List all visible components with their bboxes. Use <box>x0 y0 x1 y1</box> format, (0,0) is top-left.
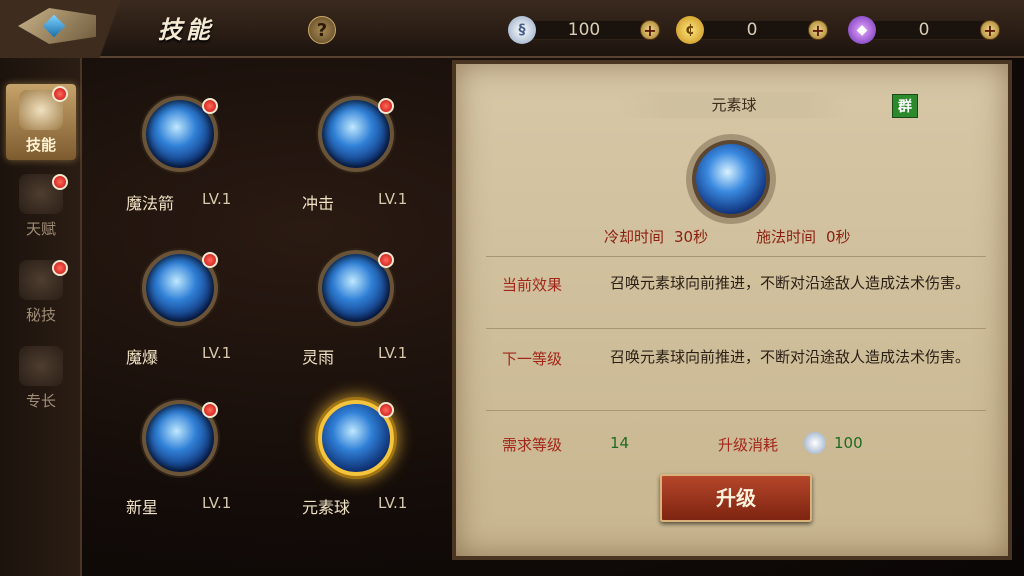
skill-name: 灵雨 <box>302 348 335 367</box>
silver-coin-icon <box>804 432 826 454</box>
skill-name: 元素球 <box>302 498 351 517</box>
nav-label: 技能 <box>25 136 56 154</box>
next-level-label: 下一等级 <box>502 350 563 368</box>
notification-dot <box>52 174 68 190</box>
currency-value: 100 <box>567 20 601 40</box>
currency-gem: ◆ 0 + <box>848 16 1000 44</box>
divider <box>486 410 986 411</box>
nav-label: 秘技 <box>25 306 56 324</box>
currency-value: 0 <box>918 20 930 40</box>
skill-name: 冲击 <box>302 194 335 213</box>
skill-impact[interactable]: 冲击 LV.1 <box>272 96 422 236</box>
skill-level: LV.1 <box>202 190 232 208</box>
page-title: 技能 <box>158 16 214 44</box>
add-silver-button[interactable]: + <box>640 20 660 40</box>
nav-label: 专长 <box>25 392 56 410</box>
required-level-value: 14 <box>610 434 630 452</box>
tab-secret-skill[interactable]: 秘技 <box>6 254 76 330</box>
tab-talent[interactable]: 天赋 <box>6 168 76 244</box>
cooldown-label: 冷却时间 <box>604 228 665 246</box>
skill-name: 魔爆 <box>126 348 159 367</box>
required-level-label: 需求等级 <box>502 436 563 454</box>
notification-dot <box>52 86 68 102</box>
notification-dot <box>378 252 394 268</box>
purple-gem-icon: ◆ <box>848 16 876 44</box>
current-effect-label: 当前效果 <box>502 276 563 294</box>
skill-level: LV.1 <box>378 494 408 512</box>
silver-coin-icon: § <box>508 16 536 44</box>
top-bar: 技能 ? § 100 + ¢ 0 + ◆ 0 + <box>0 0 1024 58</box>
nav-label: 天赋 <box>25 220 56 238</box>
skill-level: LV.1 <box>378 344 408 362</box>
cast-time-info: 施法时间 0秒 <box>756 226 851 247</box>
divider <box>486 328 986 329</box>
upgrade-cost-label: 升级消耗 <box>718 436 779 454</box>
divider <box>486 256 986 257</box>
skill-level: LV.1 <box>202 494 232 512</box>
group-target-badge: 群 <box>892 94 918 118</box>
cast-time-value: 0秒 <box>826 228 851 246</box>
cooldown-value: 30秒 <box>674 228 709 246</box>
skill-detail-panel: 元素球 群 冷却时间 30秒 施法时间 0秒 当前效果 召唤元素球向前推进，不断对沿… <box>452 60 1012 560</box>
cooldown-info: 冷却时间 30秒 <box>604 226 708 247</box>
notification-dot <box>378 402 394 418</box>
skill-spirit-rain[interactable]: 灵雨 LV.1 <box>272 250 422 390</box>
next-level-text: 召唤元素球向前推进，不断对沿途敌人造成法术伤害。 <box>610 348 971 366</box>
notification-dot <box>378 98 394 114</box>
detail-skill-name: 元素球 <box>618 92 850 118</box>
currency-value: 0 <box>746 20 758 40</box>
skills-grid: 魔法箭 LV.1 冲击 LV.1 魔爆 LV.1 灵雨 LV.1 新星 LV.1… <box>96 58 442 558</box>
cast-time-label: 施法时间 <box>756 228 817 246</box>
skill-level: LV.1 <box>202 344 232 362</box>
current-effect-text: 召唤元素球向前推进，不断对沿途敌人造成法术伤害。 <box>610 274 971 292</box>
upgrade-cost-value: 100 <box>834 434 863 452</box>
gold-coin-icon: ¢ <box>676 16 704 44</box>
skill-magic-arrow[interactable]: 魔法箭 LV.1 <box>96 96 246 236</box>
notification-dot <box>202 402 218 418</box>
notification-dot <box>202 252 218 268</box>
side-nav: 技能 天赋 秘技 专长 <box>0 58 82 576</box>
notification-dot <box>52 260 68 276</box>
currency-silver: § 100 + <box>508 16 660 44</box>
help-button[interactable]: ? <box>308 16 336 44</box>
add-gem-button[interactable]: + <box>980 20 1000 40</box>
skill-magic-burst[interactable]: 魔爆 LV.1 <box>96 250 246 390</box>
currency-gold: ¢ 0 + <box>676 16 828 44</box>
element-orb-skill-icon <box>692 140 770 218</box>
notification-dot <box>202 98 218 114</box>
skill-level: LV.1 <box>378 190 408 208</box>
upgrade-button[interactable]: 升级 <box>660 474 812 522</box>
specialty-icon <box>19 346 63 386</box>
tab-specialty[interactable]: 专长 <box>6 340 76 416</box>
skill-nova[interactable]: 新星 LV.1 <box>96 400 246 540</box>
skill-name: 魔法箭 <box>126 194 175 213</box>
skill-element-orb[interactable]: 元素球 LV.1 <box>272 400 422 540</box>
skill-name: 新星 <box>126 498 159 517</box>
back-arrow-icon <box>42 14 66 38</box>
add-gold-button[interactable]: + <box>808 20 828 40</box>
tab-skills[interactable]: 技能 <box>6 84 76 160</box>
